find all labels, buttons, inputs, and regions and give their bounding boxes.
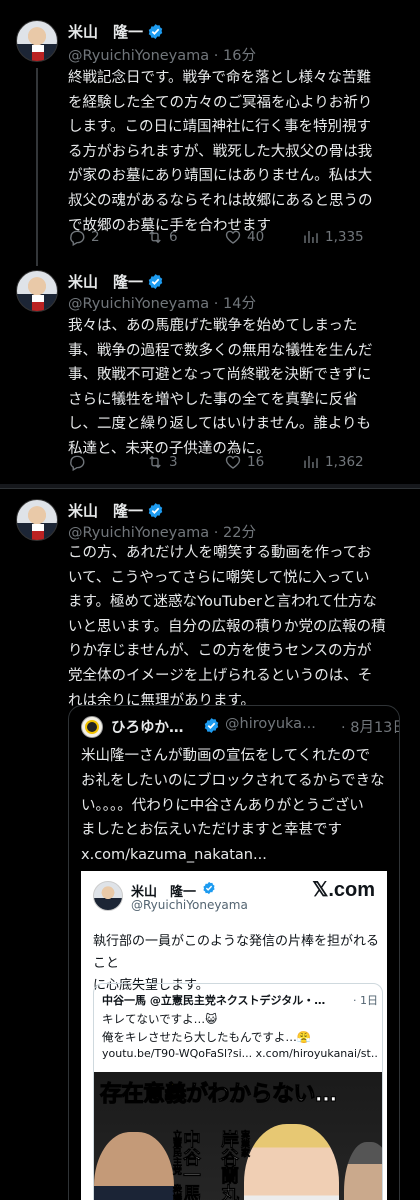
inner-quote-links: youtu.be/T90-WQoFaSl?si... x.com/hiroyuk… [102, 1047, 378, 1060]
author-name[interactable]: 米山 隆一 [68, 272, 404, 292]
thumbnail-label: 岸谷蘭丸 [218, 1130, 240, 1200]
verified-badge-icon [204, 718, 219, 733]
retweet-icon [149, 230, 161, 244]
quote-text: 米山隆一さんが動画の宣伝をしてくれたので お礼をしたいのにブロックされてるからで… [81, 748, 385, 864]
verified-badge-icon [148, 503, 163, 518]
heart-icon [225, 455, 241, 469]
quote-author-name: ひろゆか… [111, 720, 184, 736]
avatar[interactable] [16, 499, 58, 541]
tweet-text: この方、あれだけ人を嘲笑する動画を作ってお いて、こうやってさらに嘲笑して悦に入… [68, 545, 386, 709]
reply-icon [70, 455, 85, 471]
action-bar: 2 6 40 1,335 [68, 228, 398, 248]
heart-icon [225, 230, 241, 244]
author-name[interactable]: 米山 隆一 [68, 22, 404, 42]
like-button[interactable]: 40 [224, 228, 264, 246]
timestamp[interactable]: 22分 [223, 525, 256, 541]
inner-quote-text: キレてないですよ…😺 俺をキレさせたら大したもんですよ…😤 [102, 1012, 312, 1044]
video-thumbnail: 存在意義がわからない… 立憲民主党 衆議院議員 中谷一馬 岸谷蘭丸 実業家 [94, 1072, 382, 1200]
retweet-button[interactable]: 3 [146, 453, 178, 471]
retweet-icon [149, 455, 161, 469]
verified-badge-icon [148, 24, 163, 39]
thumbnail-label: 中谷一馬 [180, 1130, 202, 1200]
tweet-text: 我々は、あの馬鹿げた戦争を始めてしまった 事、戦争の過程で数多くの無用な犠牲を生… [68, 318, 373, 457]
person-figure [344, 1142, 382, 1200]
author-handle-line: @RyuichiYoneyama · 22分 [68, 525, 256, 541]
embed-author-handle: @RyuichiYoneyama [131, 898, 248, 912]
quote-image[interactable]: 米山 隆一 @RyuichiYoneyama 𝕏.com 執行部の一員がこのよう… [81, 871, 387, 1200]
views-button[interactable]: 1,335 [302, 228, 364, 246]
analytics-icon [304, 456, 318, 468]
person-figure [94, 1132, 174, 1200]
like-button[interactable]: 16 [224, 453, 264, 471]
author-handle-line: @RyuichiYoneyama · 16分 [68, 48, 256, 64]
timestamp[interactable]: 14分 [223, 296, 256, 312]
avatar[interactable] [16, 20, 58, 62]
quote-timestamp: · 8月13日 [341, 720, 399, 736]
author-name[interactable]: 米山 隆一 [68, 501, 404, 521]
reply-button[interactable] [68, 453, 91, 471]
action-bar: 3 16 1,362 [68, 453, 398, 473]
tweet-text: 終戦記念日です。戦争で命を落とし様々な苦難 を経験した全ての方々のご冥福を心より… [68, 70, 373, 234]
analytics-icon [304, 231, 318, 243]
quoted-tweet[interactable]: ひろゆか… @hiroyuka... · 8月13日 米山隆一さんが動画の宣伝を… [68, 705, 400, 1200]
thumbnail-label-sub: 実業家 [239, 1130, 250, 1158]
reply-button[interactable]: 2 [68, 228, 100, 246]
reply-icon [70, 230, 85, 246]
verified-badge-icon [148, 274, 163, 289]
quote-author-handle: @hiroyuka... [225, 716, 316, 732]
tweet-2[interactable]: 米山 隆一 @RyuichiYoneyama · 14分 我々は、あの馬鹿げた戦… [0, 262, 420, 484]
views-button[interactable]: 1,362 [302, 453, 364, 471]
author-handle-line: @RyuichiYoneyama · 14分 [68, 296, 256, 312]
quote-avatar [81, 716, 103, 738]
verified-badge-icon [203, 881, 215, 895]
avatar[interactable] [16, 270, 58, 312]
tweet-1[interactable]: 米山 隆一 @RyuichiYoneyama · 16分 終戦記念日です。戦争で… [0, 0, 420, 266]
embed-inner-quote: 中谷一馬 @立憲民主党ネクストデジタル・… · 1日 キレてないですよ…😺 俺を… [93, 983, 383, 1200]
person-figure [244, 1124, 339, 1200]
retweet-button[interactable]: 6 [146, 228, 178, 246]
thumbnail-title: 存在意義がわからない… [99, 1082, 337, 1108]
x-logo: 𝕏.com [312, 879, 375, 901]
inner-quote-header: 中谷一馬 @立憲民主党ネクストデジタル・… · 1日 [102, 992, 378, 1008]
embed-avatar [93, 881, 123, 911]
thread-line [36, 68, 38, 266]
timestamp[interactable]: 16分 [223, 48, 256, 64]
